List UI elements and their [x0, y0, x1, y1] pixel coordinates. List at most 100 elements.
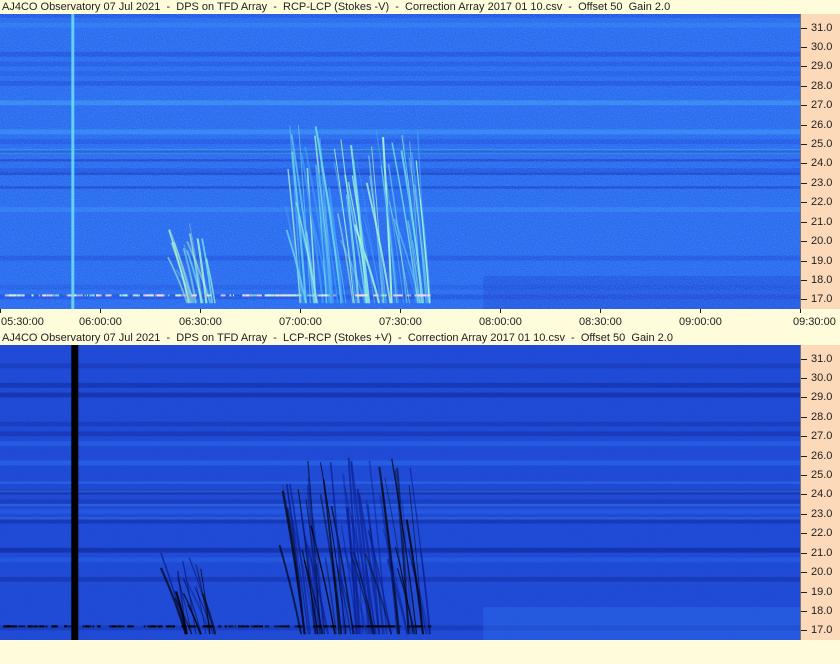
interference-segment	[284, 625, 290, 628]
y-tick-label: 23.0	[811, 507, 833, 520]
interference-segment	[414, 294, 417, 297]
interference-segment	[312, 625, 317, 628]
interference-segment	[89, 294, 95, 297]
time-axis: 05:30:00 06:00:00 06:30:00 07:00:00 07:30:00…	[0, 309, 840, 329]
y-tick-label: 31.0	[811, 21, 833, 34]
x-tick	[0, 309, 1, 313]
y-tick-label: 17.0	[811, 293, 833, 306]
interference-segment	[278, 294, 284, 297]
interference-segment	[286, 294, 289, 297]
interference-segment	[157, 294, 164, 297]
interference-segment	[259, 625, 263, 628]
interference-segment	[203, 625, 209, 628]
interference-segment	[333, 294, 337, 297]
interference-segment	[143, 625, 146, 628]
interference-segment	[82, 625, 85, 628]
spectrogram-plot[interactable]	[0, 345, 800, 640]
interference-segment	[119, 294, 122, 297]
y-tick-label: 25.0	[811, 469, 833, 481]
y-tick-label: 29.0	[811, 60, 833, 73]
y-tick-label: 21.0	[811, 546, 833, 559]
y-tick-label: 31.0	[811, 352, 833, 365]
interference-segment	[281, 625, 286, 628]
y-tick	[801, 455, 807, 457]
interference-segment	[18, 294, 24, 297]
interference-segment	[7, 625, 14, 628]
interference-segment	[18, 625, 24, 628]
x-tick-label: 09:00:00	[679, 316, 722, 328]
interference-segment	[312, 294, 315, 297]
y-tick	[801, 494, 807, 496]
x-tick	[200, 309, 201, 313]
interference-segment	[250, 294, 258, 297]
y-tick	[801, 202, 807, 204]
x-tick	[100, 309, 101, 313]
y-tick	[801, 397, 807, 399]
interference-segment	[322, 294, 328, 297]
interference-segment	[228, 625, 232, 628]
y-tick	[801, 260, 807, 262]
y-tick-label: 17.0	[811, 624, 833, 637]
interference-segment	[166, 625, 168, 628]
interference-segment	[218, 625, 222, 628]
interference-segment	[150, 625, 157, 628]
x-tick	[800, 309, 801, 313]
interference-segment	[317, 294, 321, 297]
y-tick	[801, 513, 807, 515]
interference-segment	[398, 625, 401, 628]
y-tick	[801, 105, 807, 107]
interference-segment	[178, 294, 180, 297]
interference-segment	[306, 294, 313, 297]
interference-segment	[344, 625, 351, 628]
y-tick	[801, 378, 807, 379]
interference-segment	[180, 294, 187, 297]
y-tick-label: 18.0	[811, 273, 833, 286]
y-tick-label: 20.0	[811, 566, 833, 579]
interference-segment	[54, 294, 60, 297]
y-tick	[801, 163, 807, 165]
interference-segment	[42, 294, 48, 297]
interference-segment	[66, 294, 71, 297]
y-tick	[801, 221, 807, 223]
interference-segment	[406, 294, 411, 297]
interference-segment	[299, 294, 302, 297]
interference-segment	[381, 625, 387, 628]
x-tick-label: 06:30:00	[179, 316, 222, 328]
interference-segment	[264, 625, 270, 628]
interference-segment	[146, 294, 154, 297]
y-tick-label: 27.0	[811, 99, 833, 112]
y-tick-label: 23.0	[811, 176, 833, 189]
interference-segment	[242, 625, 248, 628]
y-tick-label: 30.0	[811, 41, 833, 53]
y-tick-label: 26.0	[811, 118, 833, 131]
interference-segment	[376, 625, 381, 628]
y-tick-label: 24.0	[811, 157, 833, 170]
interference-segment	[386, 625, 393, 628]
interference-segment	[423, 625, 426, 628]
x-tick-label: 07:00:00	[279, 316, 322, 328]
vertical-artifact	[71, 14, 75, 309]
interference-segment	[157, 625, 163, 628]
y-tick	[801, 533, 807, 535]
x-tick-label: 08:30:00	[579, 316, 622, 328]
interference-segment	[355, 294, 363, 297]
y-tick-label: 25.0	[811, 138, 833, 150]
noise-texture	[0, 14, 800, 309]
y-tick-label: 20.0	[811, 235, 833, 248]
x-tick-label: 05:30:00	[1, 316, 44, 328]
x-tick	[700, 309, 701, 313]
spectrogram-svg	[0, 14, 800, 309]
interference-segment	[243, 294, 250, 297]
interference-segment	[167, 625, 173, 628]
y-tick	[801, 124, 807, 126]
y-tick-label: 19.0	[811, 254, 833, 267]
y-tick-label: 18.0	[811, 604, 833, 617]
spectrogram-plot[interactable]	[0, 14, 800, 309]
vertical-artifact	[71, 345, 79, 640]
interference-segment	[253, 625, 258, 628]
y-tick	[801, 241, 807, 243]
interference-segment	[323, 625, 328, 628]
interference-segment	[237, 625, 241, 628]
interference-segment	[36, 625, 42, 628]
x-tick-label: 09:30:00	[793, 316, 836, 328]
